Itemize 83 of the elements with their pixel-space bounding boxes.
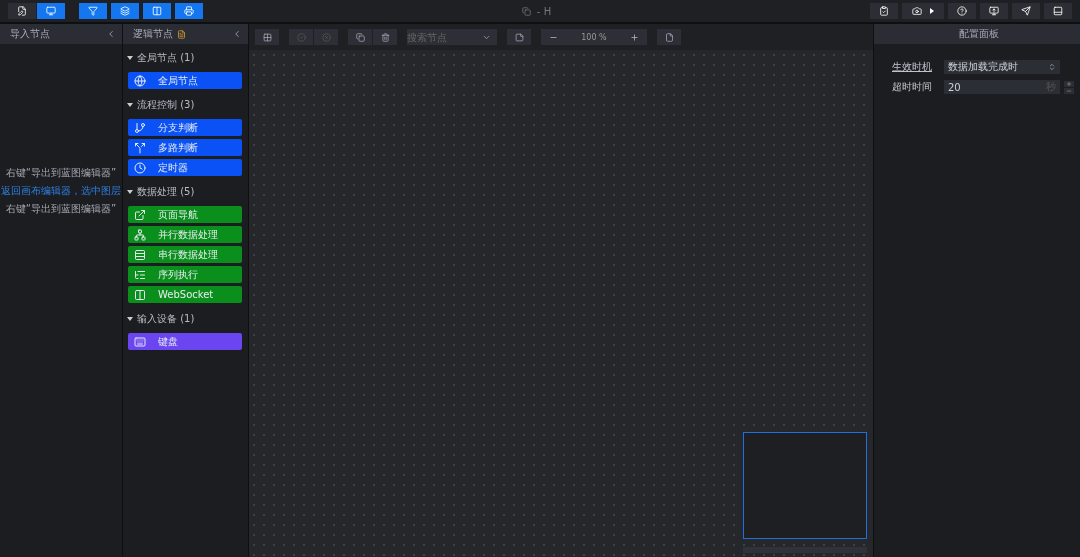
filter-icon — [88, 6, 98, 16]
camera-icon — [912, 6, 922, 16]
node-item[interactable]: 全局节点 — [128, 72, 242, 89]
select-field[interactable]: 数据加载完成时 — [944, 60, 1060, 74]
node-icon — [134, 288, 146, 301]
mode-tab[interactable] — [8, 3, 36, 19]
copy-button[interactable] — [348, 29, 372, 45]
field-label: 生效时机 — [892, 60, 933, 74]
panel-icon — [1053, 6, 1063, 16]
toolbar-button[interactable] — [1012, 3, 1040, 19]
node-item[interactable]: 定时器 — [128, 159, 242, 176]
file-icon — [664, 32, 674, 42]
grid-icon — [262, 32, 272, 42]
collapse-icon[interactable] — [106, 29, 116, 39]
caret-icon — [930, 8, 934, 14]
trash-icon — [380, 32, 390, 42]
node-icon — [134, 141, 146, 154]
node-icon — [134, 268, 146, 281]
note-button[interactable] — [507, 29, 531, 45]
node-icon — [134, 335, 146, 348]
help-icon — [957, 6, 967, 16]
node-item[interactable]: 并行数据处理 — [128, 226, 242, 243]
panel-title: 导入节点 — [10, 27, 50, 41]
node-icon — [134, 248, 146, 261]
caret-down-icon — [127, 103, 133, 107]
node-item[interactable]: 页面导航 — [128, 206, 242, 223]
toolbar-button[interactable] — [870, 3, 898, 19]
copy-icon — [355, 32, 365, 42]
send-icon — [1021, 6, 1031, 16]
group-header[interactable]: 全局节点 (1) — [127, 48, 244, 68]
increment-button[interactable] — [1064, 80, 1074, 87]
toolbar-button[interactable] — [980, 3, 1008, 19]
node-item[interactable]: WebSocket — [128, 286, 242, 303]
node-item[interactable]: 串行数据处理 — [128, 246, 242, 263]
panel-title: 逻辑节点 — [133, 27, 173, 41]
zoom-in-icon[interactable] — [630, 32, 639, 42]
hint-text: 右键“导出到蓝图编辑器” — [5, 165, 117, 180]
close-icon — [321, 32, 331, 42]
group-header[interactable]: 流程控制 (3) — [127, 95, 244, 115]
clipboard-icon — [879, 6, 889, 16]
hint-text: 右键“导出到蓝图编辑器” — [5, 201, 117, 216]
check-icon — [296, 32, 306, 42]
caret-down-icon — [127, 190, 133, 194]
node-icon — [134, 208, 146, 221]
decrement-button[interactable] — [1064, 87, 1074, 94]
group-header[interactable]: 输入设备 (1) — [127, 309, 244, 329]
node-item[interactable]: 序列执行 — [128, 266, 242, 283]
copy-icon — [521, 6, 531, 16]
node-icon — [134, 161, 146, 174]
node-icon — [134, 121, 146, 134]
toolbar-button[interactable] — [948, 3, 976, 19]
printer-icon — [184, 6, 194, 16]
node-icon — [134, 74, 146, 87]
caret-down-icon — [127, 56, 133, 60]
node-item[interactable]: 多路判断 — [128, 139, 242, 156]
updown-icon — [1048, 63, 1056, 71]
monitor-icon — [46, 6, 56, 16]
toolbar-button[interactable] — [1044, 3, 1072, 19]
node-item[interactable]: 分支判断 — [128, 119, 242, 136]
document-icon — [177, 29, 186, 39]
layers-icon — [120, 6, 130, 16]
hint-link[interactable]: 返回画布编辑器，选中图层 — [1, 183, 121, 198]
collapse-icon[interactable] — [232, 29, 242, 39]
camera-button[interactable] — [902, 3, 944, 19]
file-button[interactable] — [657, 29, 681, 45]
plus-icon — [1066, 80, 1072, 87]
monitor-icon — [989, 6, 999, 16]
field-label: 超时时间 — [892, 80, 933, 94]
minus-icon — [1066, 87, 1072, 94]
grid-button[interactable] — [255, 29, 279, 45]
node-item[interactable]: 键盘 — [128, 333, 242, 350]
edit-icon — [17, 6, 27, 16]
group-header[interactable]: 数据处理 (5) — [127, 182, 244, 202]
caret-down-icon — [127, 317, 133, 321]
panel-title: 配置面板 — [959, 27, 999, 41]
dropdown-icon — [482, 33, 491, 42]
window-title: - H — [536, 5, 552, 17]
note-icon — [514, 32, 524, 42]
columns-icon — [152, 6, 162, 16]
delete-button[interactable] — [373, 29, 397, 45]
zoom-level: 100 % — [581, 32, 607, 42]
scroll-bar[interactable] — [743, 547, 867, 553]
node-icon — [134, 228, 146, 241]
